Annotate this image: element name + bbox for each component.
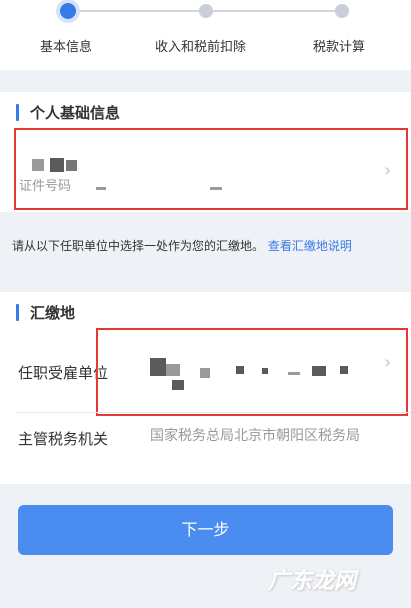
- name-redaction: [32, 159, 44, 171]
- step-3-label: 税款计算: [313, 40, 366, 55]
- step-1-label: 基本信息: [40, 40, 93, 55]
- payment-location-notice: 请从以下任职单位中选择一处作为您的汇缴地。 查看汇缴地说明: [12, 236, 400, 257]
- id-redaction: [210, 187, 222, 190]
- next-step-button[interactable]: 下一步: [18, 505, 393, 555]
- payment-location-info-link[interactable]: 查看汇缴地说明: [268, 239, 352, 253]
- name-redaction: [66, 160, 77, 171]
- employer-label: 任职受雇单位: [18, 364, 109, 382]
- step-3-dot: [335, 4, 349, 18]
- employer-highlight: [96, 328, 408, 416]
- notice-text: 请从以下任职单位中选择一处作为您的汇缴地。: [12, 239, 265, 253]
- step-1-dot: [60, 3, 76, 19]
- personal-info-title: 个人基础信息: [30, 104, 121, 122]
- id-redaction: [96, 187, 106, 190]
- chevron-right-icon: ›: [384, 160, 392, 181]
- section-accent-bar: [16, 104, 19, 121]
- watermark-text: 广东龙网: [268, 569, 357, 594]
- payment-location-card: 任职受雇单位 › 主管税务机关 国家税务总局北京市朝阳区税务局: [0, 328, 411, 484]
- personal-info-card: 证件号码 ›: [0, 128, 411, 212]
- tax-office-label: 主管税务机关: [18, 430, 109, 448]
- name-redaction: [50, 158, 64, 172]
- row-divider: [16, 412, 411, 413]
- step-2-dot: [199, 4, 213, 18]
- id-number-label: 证件号码: [19, 179, 72, 194]
- section-accent-bar: [16, 304, 19, 321]
- payment-location-header: 汇缴地: [0, 292, 411, 332]
- personal-info-header: 个人基础信息: [0, 92, 411, 132]
- tax-office-value: 国家税务总局北京市朝阳区税务局: [150, 428, 360, 444]
- step-2-label: 收入和税前扣除: [155, 40, 247, 55]
- payment-location-title: 汇缴地: [30, 304, 76, 322]
- progress-stepper: 基本信息 收入和税前扣除 税款计算: [0, 0, 411, 70]
- personal-info-row[interactable]: 证件号码 ›: [14, 132, 408, 210]
